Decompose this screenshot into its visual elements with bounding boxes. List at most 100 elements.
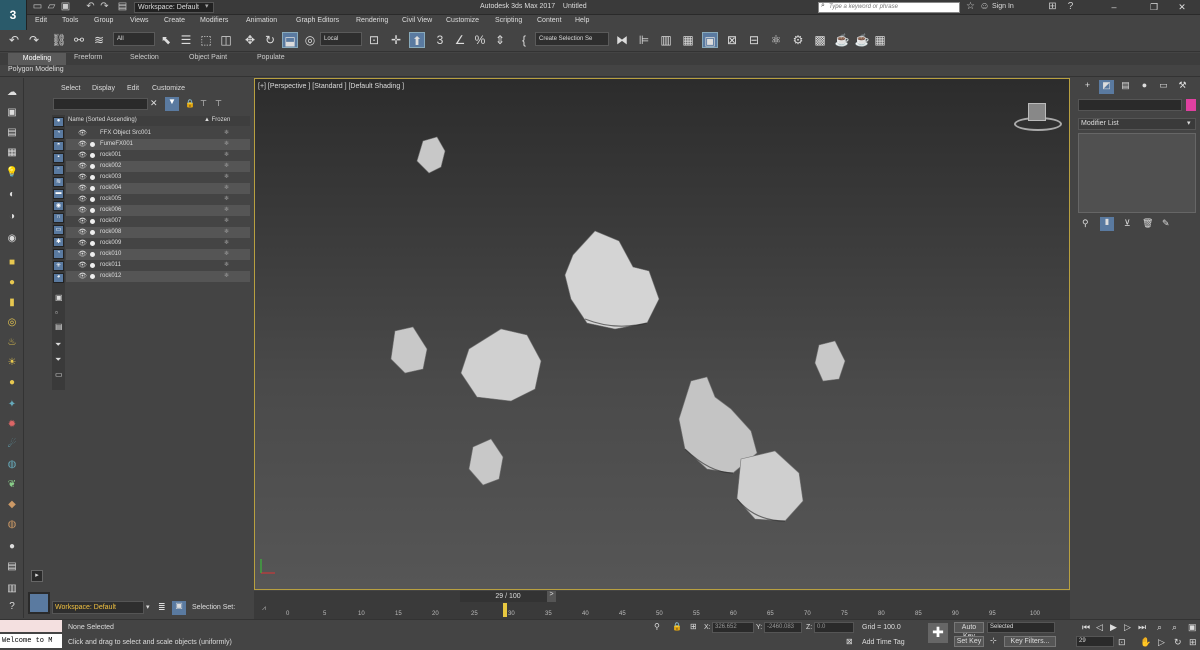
eye-filter-icon[interactable]: ◕ xyxy=(53,273,64,283)
snap-3d-icon[interactable]: 3 xyxy=(432,32,448,48)
scene-row[interactable]: 👁 rock005 ❄ xyxy=(66,194,250,205)
place-icon[interactable]: ◎ xyxy=(302,32,318,48)
spinner-snap-icon[interactable]: ⇕ xyxy=(492,32,508,48)
make-unique-icon[interactable]: ⊻ xyxy=(1124,218,1131,229)
absolute-mode-icon[interactable]: ⊞ xyxy=(690,622,697,631)
menu-modifiers[interactable]: Modifiers xyxy=(200,17,228,24)
groups-filter-icon[interactable]: ▬ xyxy=(53,189,64,199)
current-frame-field[interactable]: 29 xyxy=(1076,636,1114,647)
render-icon[interactable]: ☕ xyxy=(834,32,850,48)
search-input[interactable]: Type a keyword or phrase xyxy=(818,2,960,13)
system-icon[interactable]: ◉ xyxy=(4,232,20,246)
viewport-label[interactable]: [+] [Perspective ] [Standard ] [Default … xyxy=(258,83,404,90)
scene-row[interactable]: 👁 rock010 ❄ xyxy=(66,249,250,260)
scene-row[interactable]: 👁 rock008 ❄ xyxy=(66,227,250,238)
scene-explorer-icon[interactable]: ▥ xyxy=(658,32,674,48)
rect-selection-icon[interactable]: ⬚ xyxy=(198,32,214,48)
isolate-icon[interactable]: ⚲ xyxy=(654,622,660,631)
scene-row[interactable]: 👁 rock009 ❄ xyxy=(66,238,250,249)
time-cursor[interactable] xyxy=(503,603,507,617)
show-end-result-icon[interactable]: ▮ xyxy=(1100,217,1114,231)
tab-populate[interactable]: Populate xyxy=(257,54,285,61)
eye-icon[interactable]: 👁 xyxy=(78,216,87,227)
helper-icon[interactable]: ◐ xyxy=(4,188,20,202)
hierarchy-filter-icon[interactable]: ⊤ xyxy=(200,99,207,108)
frozen-filter-icon[interactable]: ✱ xyxy=(53,237,64,247)
viewport-layout-icon[interactable] xyxy=(28,592,50,614)
hidden-filter-icon[interactable]: ◔ xyxy=(53,249,64,259)
open-icon[interactable]: ▱ xyxy=(45,1,58,13)
create-icon[interactable]: ☁ xyxy=(4,86,20,100)
key-filters-button[interactable]: Key Filters... xyxy=(1004,636,1056,647)
frozen-icon[interactable]: ❄ xyxy=(224,150,229,161)
plane-icon[interactable]: ● xyxy=(4,376,20,390)
chevron-down-icon[interactable]: ▾ xyxy=(1187,119,1191,127)
teapot-icon[interactable]: ♨ xyxy=(4,336,20,350)
pan-icon[interactable]: ✋ xyxy=(1140,637,1151,648)
scene-row[interactable]: 👁 FFX Object Src001 ❄ xyxy=(66,128,250,139)
menu-scripting[interactable]: Scripting xyxy=(495,17,522,24)
frozen-icon[interactable]: ❄ xyxy=(224,139,229,150)
frozen-icon[interactable]: ❄ xyxy=(224,227,229,238)
chevron-down-icon[interactable]: ▾ xyxy=(146,603,150,611)
save-icon[interactable]: ▣ xyxy=(59,1,72,13)
frozen-icon[interactable]: ❄ xyxy=(224,260,229,271)
hierarchy-tab-icon[interactable]: ▤ xyxy=(1118,80,1133,94)
display-children-icon[interactable]: ▣ xyxy=(55,293,63,302)
hierarchy-filter2-icon[interactable]: ⊤ xyxy=(215,99,222,108)
key-mode-dropdown[interactable]: Selected xyxy=(987,622,1055,633)
motion-tab-icon[interactable]: ● xyxy=(1137,80,1152,94)
workspace-select[interactable]: Workspace: Default xyxy=(134,2,214,13)
chevron-down-icon[interactable]: ▾ xyxy=(205,2,209,10)
maxscript-mini-listener[interactable] xyxy=(0,620,62,632)
menu-content[interactable]: Content xyxy=(537,17,562,24)
viewcube-icon[interactable] xyxy=(1028,103,1046,121)
select-by-name-icon[interactable]: ☰ xyxy=(178,32,194,48)
eye-icon[interactable]: 👁 xyxy=(78,128,87,139)
keyboard-shortcut-icon[interactable]: ⬆ xyxy=(409,32,425,48)
z-coord-field[interactable]: 0.0 xyxy=(814,622,854,633)
utilities-tab-icon[interactable]: ⚒ xyxy=(1175,80,1190,94)
tab-freeform[interactable]: Freeform xyxy=(74,54,102,61)
menu-civil-view[interactable]: Civil View xyxy=(402,17,432,24)
perspective-viewport[interactable] xyxy=(254,78,1070,590)
selection-set-icon[interactable]: ▣ xyxy=(172,601,186,615)
modify-tab-icon[interactable]: ◩ xyxy=(1099,80,1114,94)
user-icon[interactable]: ☺ xyxy=(978,1,991,13)
render-iterative-icon[interactable]: ☕ xyxy=(854,32,870,48)
spacewarp-icon[interactable]: ◑ xyxy=(4,210,20,224)
containers-filter-icon[interactable]: ▭ xyxy=(53,225,64,235)
globe-icon[interactable]: ◍ xyxy=(4,458,20,472)
curve-editor-icon[interactable]: ⊠ xyxy=(724,32,740,48)
eye-icon[interactable]: 👁 xyxy=(78,161,87,172)
frozen-icon[interactable]: ❄ xyxy=(224,271,229,282)
object-color-swatch[interactable] xyxy=(1186,99,1196,111)
undo-icon[interactable]: ↶ xyxy=(6,32,22,48)
scene-icon[interactable]: ▤ xyxy=(4,560,20,574)
frozen-icon[interactable]: ❄ xyxy=(224,205,229,216)
key-mode-icon[interactable]: ⊹ xyxy=(990,636,997,645)
angle-snap-icon[interactable]: ∠ xyxy=(452,32,468,48)
bones-filter-icon[interactable]: ∩ xyxy=(53,213,64,223)
clear-icon[interactable]: ✕ xyxy=(150,98,158,109)
menu-create[interactable]: Create xyxy=(164,17,185,24)
menu-customize[interactable]: Customize xyxy=(446,17,479,24)
remove-modifier-icon[interactable]: 🗑 xyxy=(1142,218,1153,229)
fov-icon[interactable]: ▷ xyxy=(1158,637,1165,648)
eye-icon[interactable]: 👁 xyxy=(78,150,87,161)
a360-icon[interactable]: ▦ xyxy=(872,32,888,48)
layer-icon[interactable]: ▥ xyxy=(4,582,20,596)
frozen-icon[interactable]: ❄ xyxy=(224,183,229,194)
motion-icon[interactable]: ▦ xyxy=(4,146,20,160)
material-editor-icon[interactable]: ⚛ xyxy=(768,32,784,48)
hierarchy-icon[interactable]: ▤ xyxy=(4,126,20,140)
new-icon[interactable]: ▭ xyxy=(31,1,44,13)
reference-coord-dropdown[interactable]: Local xyxy=(320,32,362,46)
lock-icon[interactable]: 🔒 xyxy=(185,99,195,108)
modifier-list-dropdown[interactable]: Modifier List xyxy=(1078,118,1196,130)
frozen-icon[interactable]: ❄ xyxy=(224,194,229,205)
frozen-icon[interactable]: ❄ xyxy=(224,161,229,172)
schematic-view-icon[interactable]: ⊟ xyxy=(746,32,762,48)
frozen-icon[interactable]: ❄ xyxy=(224,128,229,139)
scene-row[interactable]: 👁 rock011 ❄ xyxy=(66,260,250,271)
